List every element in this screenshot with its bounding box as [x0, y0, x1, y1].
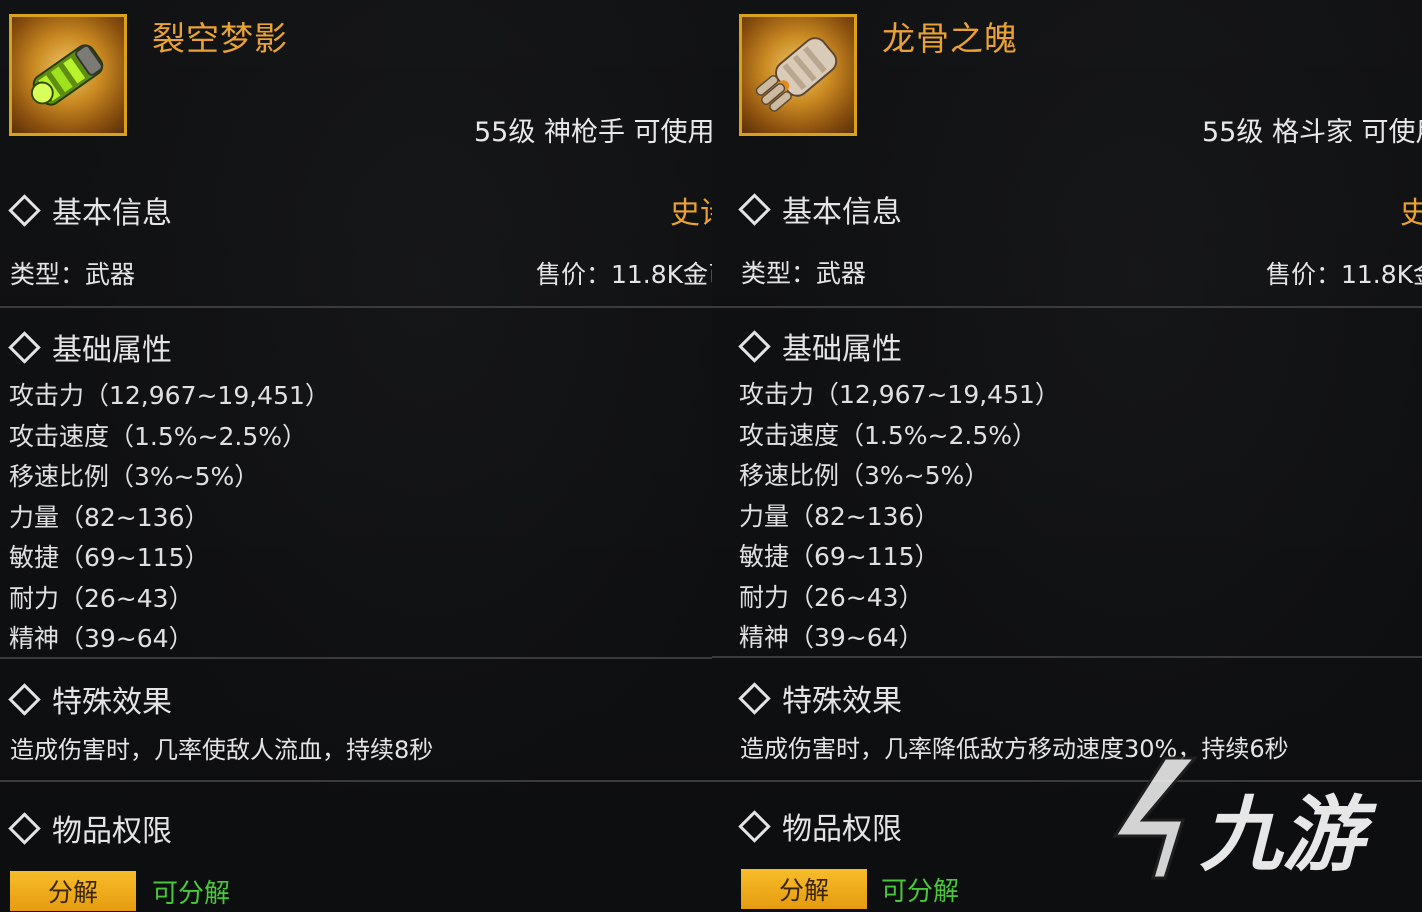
item-requirement: 55级 神枪手 可使用 [474, 117, 712, 148]
item-name: 龙骨之魄 [882, 19, 1018, 58]
section-base-attributes: 基础属性 [738, 324, 902, 368]
green-gauntlet-icon [30, 44, 104, 106]
divider [712, 306, 1422, 308]
stat-attack: 攻击力（12,967~19,451） [9, 381, 330, 410]
section-basic-info: 基本信息 [738, 187, 902, 231]
section-title: 物品权限 [52, 814, 172, 849]
section-item-permission: 物品权限 [738, 804, 902, 848]
decomposable-status: 可分解 [881, 877, 960, 907]
diamond-icon [738, 681, 771, 715]
divider [712, 656, 1422, 658]
section-basic-info: 基本信息 [8, 188, 172, 232]
stat-stamina: 耐力（26~43） [9, 584, 194, 613]
section-title: 物品权限 [782, 812, 902, 847]
decompose-badge[interactable]: 分解 [741, 869, 867, 909]
bone-gauntlet-icon [755, 37, 838, 112]
section-special-effect: 特殊效果 [8, 677, 172, 721]
diamond-icon [738, 329, 771, 363]
section-item-permission: 物品权限 [8, 806, 172, 850]
section-title: 基础属性 [52, 333, 172, 368]
item-type: 类型：武器 [741, 259, 867, 288]
diamond-icon [8, 682, 41, 716]
item-price: 售价：11.8K金币 [1266, 260, 1422, 289]
stat-strength: 力量（82~136） [9, 503, 210, 532]
stat-spirit: 精神（39~64） [739, 623, 924, 652]
diamond-icon [738, 809, 771, 843]
item-type: 类型：武器 [10, 260, 136, 289]
item-icon-frame[interactable] [739, 14, 857, 136]
stat-move-speed: 移速比例（3%~5%） [9, 462, 260, 491]
stat-agility: 敏捷（69~115） [739, 542, 940, 571]
stat-move-speed: 移速比例（3%~5%） [739, 461, 990, 490]
item-name: 裂空梦影 [152, 19, 288, 58]
section-title: 基本信息 [782, 195, 902, 230]
rarity-label: 史诗 [1400, 196, 1422, 231]
decomposable-status: 可分解 [152, 879, 231, 909]
stat-agility: 敏捷（69~115） [9, 543, 210, 572]
diamond-icon [8, 330, 41, 364]
diamond-icon [8, 811, 41, 845]
divider [0, 306, 712, 308]
item-card-left: 裂空梦影 55级 神枪手 可使用 基本信息 史诗 类型：武器 售价：11.8K金… [0, 0, 712, 912]
stat-attack-speed: 攻击速度（1.5%~2.5%） [739, 421, 1037, 450]
section-special-effect: 特殊效果 [738, 676, 902, 720]
stat-strength: 力量（82~136） [739, 502, 940, 531]
divider [0, 780, 712, 782]
divider [0, 657, 712, 659]
decompose-badge[interactable]: 分解 [10, 871, 136, 911]
stat-stamina: 耐力（26~43） [739, 583, 924, 612]
item-requirement: 55级 格斗家 可使用 [1202, 117, 1422, 148]
item-price: 售价：11.8K金币 [536, 260, 712, 289]
stat-spirit: 精神（39~64） [9, 624, 194, 653]
section-title: 基础属性 [782, 332, 902, 367]
rarity-label: 史诗 [670, 196, 712, 231]
section-title: 基本信息 [52, 196, 172, 231]
stat-attack: 攻击力（12,967~19,451） [739, 380, 1060, 409]
item-icon-frame[interactable] [9, 14, 127, 136]
diamond-icon [8, 193, 41, 227]
watermark-text: 九游 [1200, 788, 1364, 883]
diamond-icon [738, 192, 771, 226]
section-base-attributes: 基础属性 [8, 325, 172, 369]
section-title: 特殊效果 [52, 685, 172, 720]
stat-attack-speed: 攻击速度（1.5%~2.5%） [9, 422, 307, 451]
special-effect-text: 造成伤害时，几率使敌人流血，持续8秒 [10, 736, 434, 764]
section-title: 特殊效果 [782, 684, 902, 719]
